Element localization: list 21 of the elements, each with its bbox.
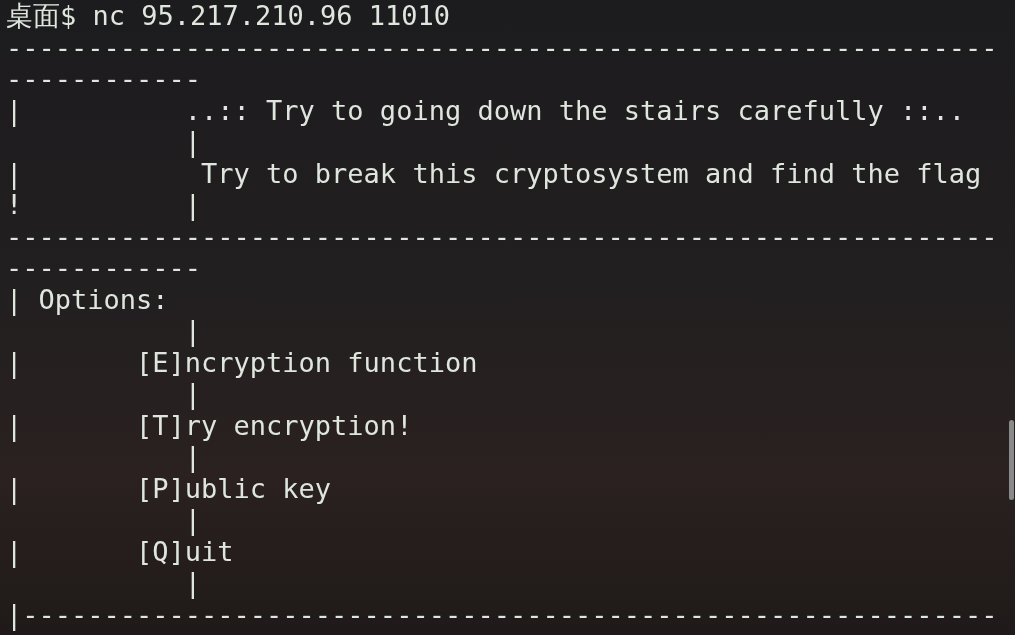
terminal-line: ------------	[6, 252, 203, 284]
terminal-line: ! |	[6, 189, 203, 221]
terminal-line: |	[183, 126, 203, 158]
terminal-line: | ..:: Try to going down the stairs carefully ::..	[6, 94, 967, 126]
terminal-line: | Try to break this cryptosystem and find the flag	[6, 157, 983, 189]
terminal-line: -------------------------------------------------------------	[6, 220, 999, 252]
terminal-line: |	[183, 378, 203, 410]
terminal-line: 桌面$ nc 95.217.210.96 11010	[6, 0, 452, 32]
terminal-line: | [P]ublic key	[6, 472, 333, 504]
terminal-line: ------------	[6, 63, 203, 95]
terminal-line: |	[183, 567, 203, 599]
terminal-line: |	[183, 441, 203, 473]
terminal-line: |	[183, 504, 203, 536]
terminal-line: |------------------------------------------------------------	[6, 598, 999, 630]
scrollbar-thumb[interactable]	[1009, 420, 1014, 500]
terminal-line: -------------------------------------------------------------	[6, 31, 999, 63]
terminal-line: | [Q]uit	[6, 535, 235, 567]
terminal-line: | [E]ncryption function	[6, 346, 479, 378]
terminal-line: |	[183, 315, 203, 347]
terminal-line: | [T]ry encryption!	[6, 409, 414, 441]
terminal-line: | Options:	[6, 283, 170, 315]
